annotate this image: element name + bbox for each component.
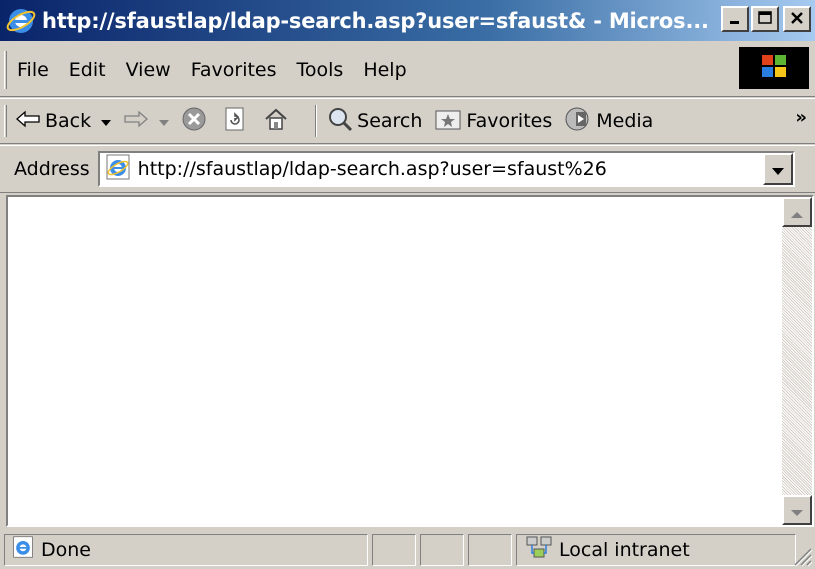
toolbar-grip[interactable] <box>4 105 7 137</box>
search-icon <box>327 106 353 137</box>
maximize-button[interactable] <box>751 6 779 32</box>
status-zone-pane[interactable]: Local intranet <box>516 533 796 566</box>
maximize-icon <box>757 7 773 31</box>
ie-page-icon <box>11 535 35 564</box>
forward-button[interactable] <box>123 109 170 134</box>
ie-page-icon <box>104 153 132 186</box>
search-label: Search <box>357 110 423 132</box>
media-button[interactable]: Media <box>564 106 653 137</box>
toolbar-separator <box>315 105 318 137</box>
status-text-pane: Done <box>4 533 368 566</box>
resize-grip-icon[interactable] <box>789 543 813 567</box>
refresh-button[interactable] <box>223 106 251 137</box>
home-icon <box>263 106 289 137</box>
menu-help[interactable]: Help <box>363 59 406 81</box>
menu-bar: File Edit View Favorites Tools Help <box>0 43 815 97</box>
favorites-icon <box>434 107 462 136</box>
windows-logo <box>739 47 809 89</box>
status-pane-extra <box>468 533 512 566</box>
home-button[interactable] <box>263 106 293 137</box>
menu-file[interactable]: File <box>17 59 49 81</box>
back-arrow-icon <box>15 109 41 134</box>
menu-tools[interactable]: Tools <box>297 59 344 81</box>
ie-logo-icon <box>6 6 36 36</box>
zone-label: Local intranet <box>559 538 690 561</box>
status-pane-security <box>420 533 464 566</box>
close-button[interactable] <box>783 6 811 32</box>
stop-icon <box>181 106 207 137</box>
toolbar-more-icon[interactable]: » <box>795 107 807 128</box>
menu-view[interactable]: View <box>126 59 171 81</box>
standard-toolbar: Back Search Favorites Media » <box>0 98 815 144</box>
address-dropdown-button[interactable] <box>762 153 793 185</box>
local-intranet-icon <box>525 535 553 564</box>
toolbar-grip[interactable] <box>4 50 7 89</box>
minimize-button[interactable] <box>721 6 749 32</box>
windows-flag-icon <box>759 51 789 86</box>
scroll-up-icon <box>791 200 803 224</box>
favorites-button[interactable]: Favorites <box>434 107 552 136</box>
status-text: Done <box>41 538 91 561</box>
menu-edit[interactable]: Edit <box>69 59 106 81</box>
forward-arrow-icon <box>123 109 149 134</box>
forward-dropdown-icon[interactable] <box>159 110 170 132</box>
chevron-down-icon <box>771 157 784 181</box>
address-field[interactable] <box>97 151 795 187</box>
back-button[interactable]: Back <box>15 109 112 134</box>
minimize-icon <box>727 7 743 31</box>
title-bar[interactable]: http://sfaustlap/ldap-search.asp?user=sf… <box>0 0 815 41</box>
scroll-down-button[interactable] <box>782 495 812 525</box>
status-pane-progress <box>372 533 416 566</box>
page-content[interactable] <box>6 195 814 527</box>
stop-button[interactable] <box>181 106 211 137</box>
window-controls <box>721 6 811 32</box>
scroll-up-button[interactable] <box>782 197 812 227</box>
vertical-scrollbar[interactable] <box>782 197 812 525</box>
media-label: Media <box>596 110 654 132</box>
scroll-down-icon <box>791 498 803 522</box>
search-button[interactable]: Search <box>327 106 422 137</box>
status-bar: Done Local intranet <box>0 530 815 569</box>
address-label: Address <box>14 158 90 180</box>
favorites-label: Favorites <box>466 110 553 132</box>
menu-favorites[interactable]: Favorites <box>191 59 277 81</box>
close-icon <box>789 7 805 31</box>
address-bar: Address <box>0 145 815 193</box>
address-input[interactable] <box>137 158 748 180</box>
window-title: http://sfaustlap/ldap-search.asp?user=sf… <box>42 8 709 33</box>
browser-window: http://sfaustlap/ldap-search.asp?user=sf… <box>0 0 815 569</box>
media-icon <box>564 106 592 137</box>
back-dropdown-icon[interactable] <box>101 110 112 132</box>
refresh-icon <box>223 106 247 137</box>
back-label: Back <box>45 110 92 132</box>
